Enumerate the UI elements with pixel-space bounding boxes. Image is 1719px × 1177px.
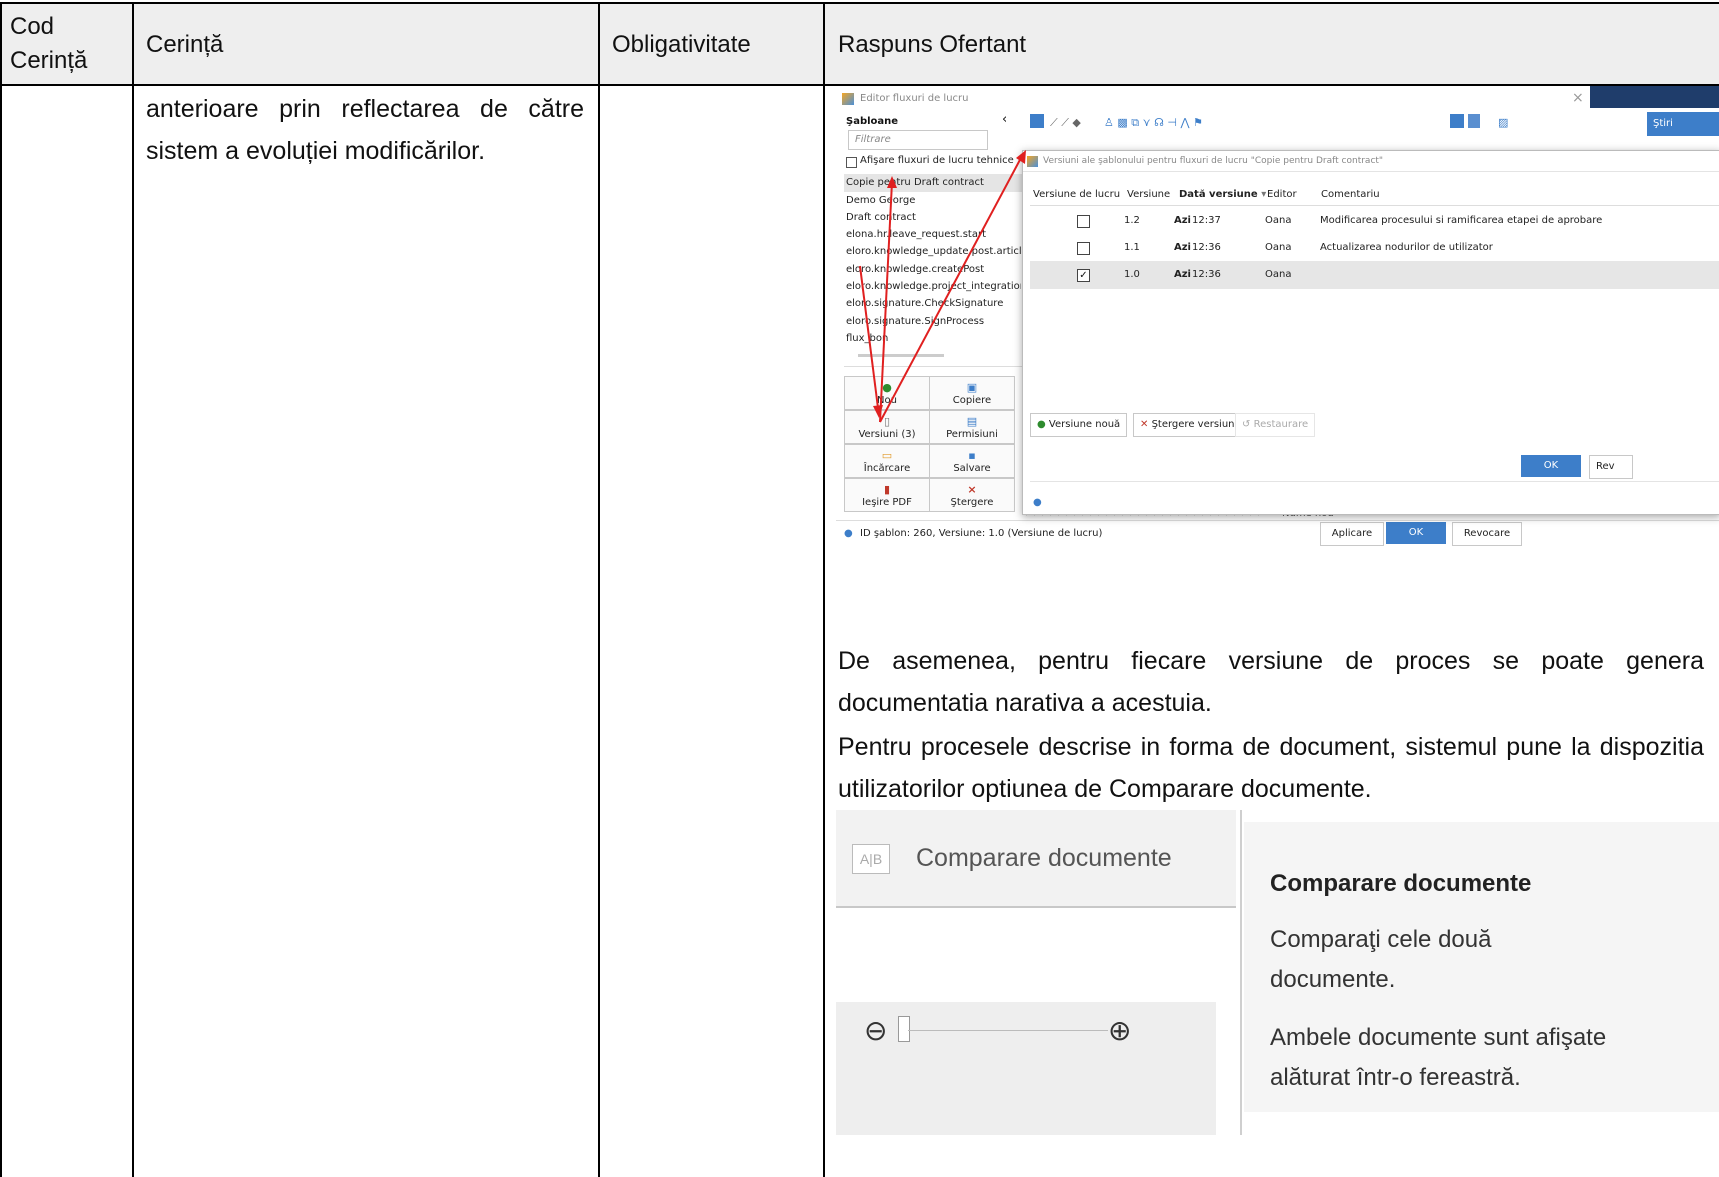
requirement-text: anterioare prin reflectarea de către sis… <box>146 95 584 165</box>
table-left-border <box>0 2 2 1177</box>
tooltip-panel: Comparare documente Comparaţi cele două … <box>1244 822 1719 1112</box>
tooltip-title: Comparare documente <box>1270 870 1532 897</box>
tooltip-line-2: Ambele documente sunt afişate alăturat î… <box>1270 1024 1607 1091</box>
header-mandatory: Obligativitate <box>612 31 751 58</box>
table-top-border <box>0 2 1719 4</box>
annotation-arrows <box>859 150 1026 423</box>
zoom-out-icon[interactable]: ⊖ <box>864 1014 887 1047</box>
header-requirement: Cerință <box>146 31 224 58</box>
ribbon-label: Comparare documente <box>916 844 1172 872</box>
response-paragraph-1: De asemenea, pentru fiecare versiune de … <box>838 647 1704 717</box>
compare-ab-icon: A|B <box>852 844 890 874</box>
zoom-in-icon[interactable]: ⊕ <box>1108 1014 1131 1047</box>
arrowhead-template <box>887 176 897 188</box>
arrowhead-dialog <box>1016 150 1026 164</box>
zoom-slider-track[interactable] <box>908 1030 1108 1031</box>
arrow-to-template <box>879 181 893 423</box>
zoom-panel: ⊖ ⊕ <box>836 1002 1216 1135</box>
column-divider-2 <box>598 2 600 1177</box>
response-paragraph-2: Pentru procesele descrise in forma de do… <box>838 733 1704 803</box>
header-response: Raspuns Ofertant <box>838 31 1027 58</box>
requirements-table: Cod Cerință Cerință Obligativitate Raspu… <box>0 0 1719 1177</box>
panel-divider <box>1240 810 1242 1135</box>
workflow-editor-screenshot: Editor fluxuri de lucru × Ştiri Şabloane… <box>836 86 1719 606</box>
arrow-to-versions <box>859 265 879 409</box>
header-code: Cod Cerință <box>10 13 88 74</box>
arrow-to-dialog <box>879 155 1023 423</box>
tooltip-line-1: Comparaţi cele două documente. <box>1270 926 1492 993</box>
compare-documents-screenshot: A|B Comparare documente ⊖ ⊕ Comparare do… <box>836 810 1719 1135</box>
zoom-slider-thumb[interactable] <box>898 1016 910 1042</box>
column-divider-3 <box>823 2 825 1177</box>
ribbon-button[interactable]: A|B Comparare documente <box>836 810 1236 908</box>
column-divider-1 <box>132 2 134 1177</box>
